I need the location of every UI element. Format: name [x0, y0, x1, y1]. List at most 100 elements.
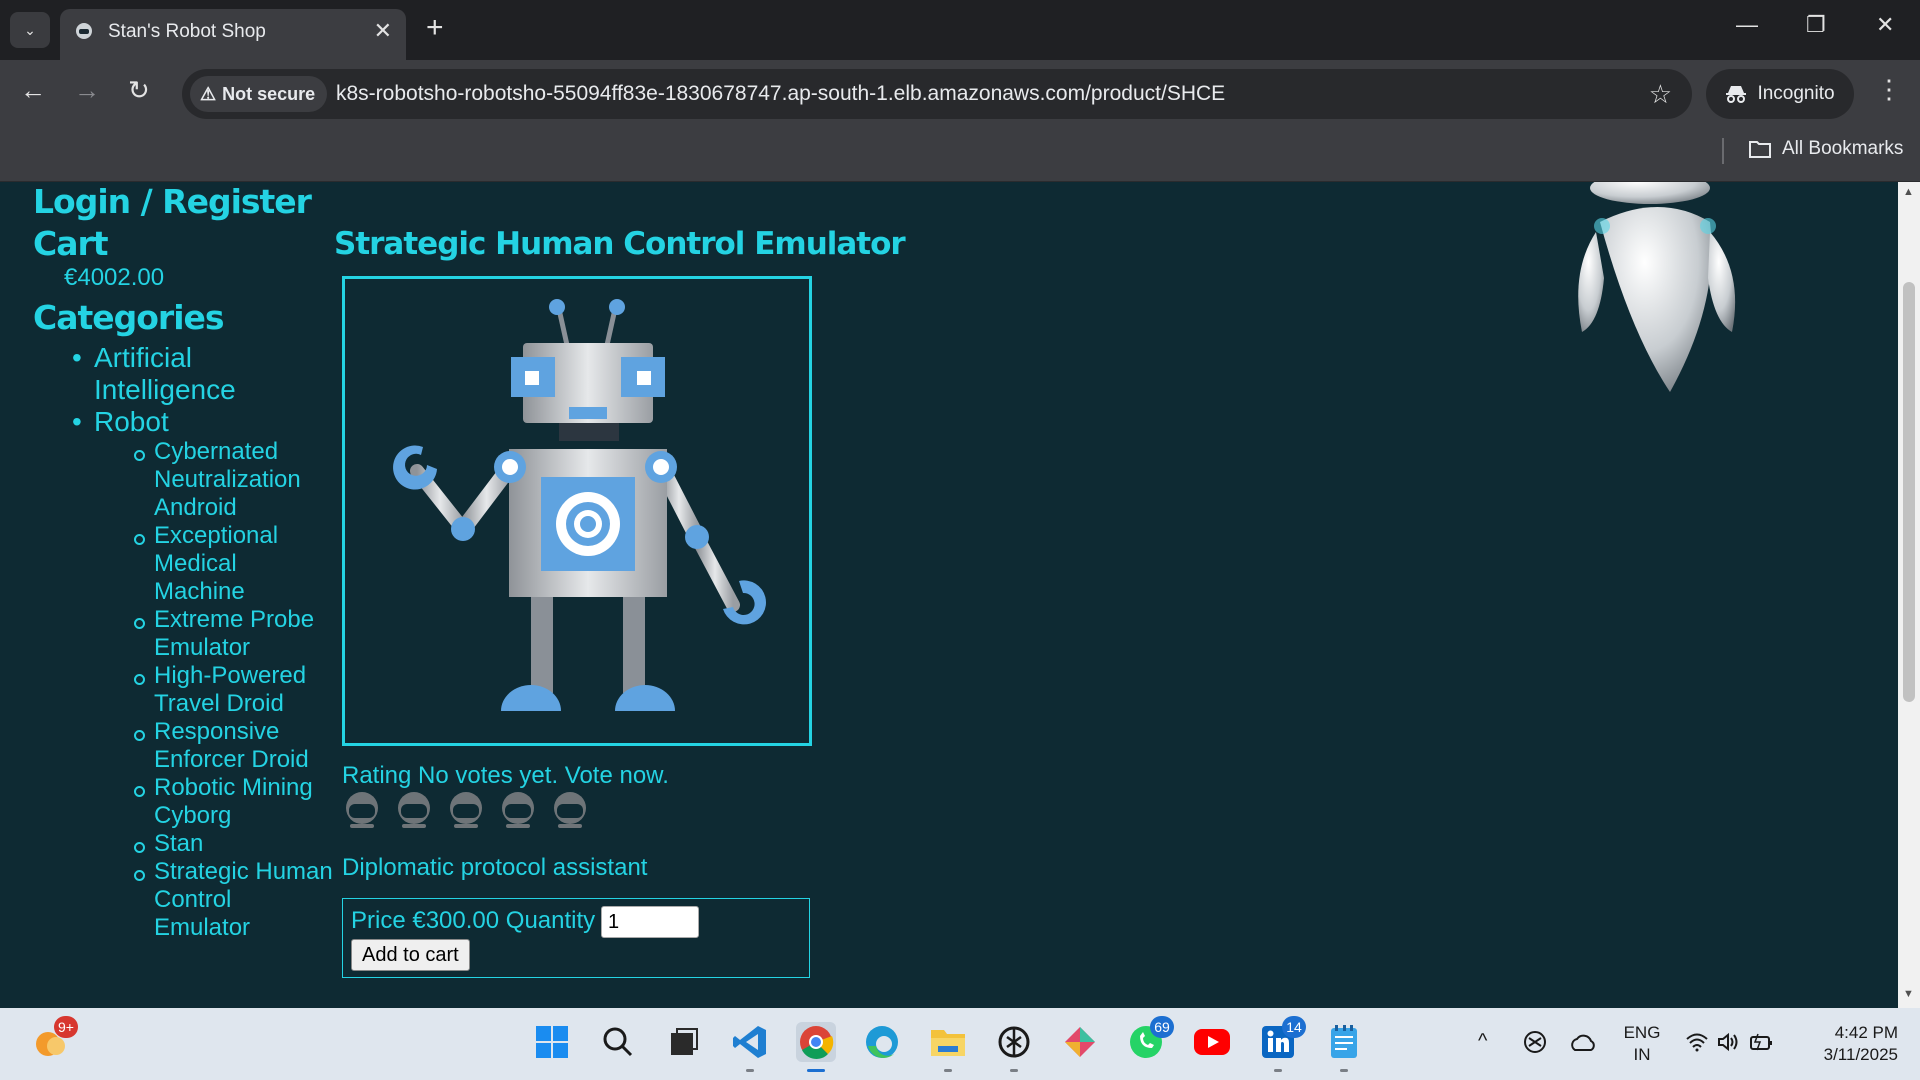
product-link[interactable]: Extreme Probe Emulator: [134, 606, 334, 662]
close-window-icon[interactable]: ✕: [1876, 12, 1894, 38]
scroll-down-icon[interactable]: ▼: [1903, 988, 1914, 1000]
warning-icon: ⚠: [200, 83, 217, 104]
more-menu-icon[interactable]: ⋮: [1876, 74, 1902, 105]
windows-taskbar: 9+ 69 14 ^ ENG IN 4:42 PM 3/11/2025: [0, 1008, 1920, 1080]
not-secure-label: Not secure: [222, 83, 316, 104]
linkedin-icon[interactable]: 14: [1258, 1016, 1306, 1072]
robot-favicon-icon: [76, 23, 92, 39]
vote-robots: [342, 790, 590, 830]
back-icon[interactable]: ←: [20, 76, 46, 104]
quantity-input[interactable]: [601, 906, 699, 938]
category-item[interactable]: Robot Cybernated Neutralization Android …: [72, 406, 334, 942]
chevron-up-icon[interactable]: ^: [1478, 1030, 1487, 1052]
cart-total: €4002.00: [64, 264, 165, 291]
incognito-icon: [1726, 86, 1747, 103]
bookmark-star-icon[interactable]: ☆: [1649, 79, 1672, 110]
bookmarks-divider: [1722, 138, 1724, 164]
running-indicator: [1010, 1069, 1018, 1072]
whatsapp-icon[interactable]: 69: [1126, 1016, 1174, 1062]
rating-text: Rating No votes yet. Vote now.: [342, 762, 669, 789]
running-indicator: [746, 1069, 754, 1072]
vote-robot-icon[interactable]: [394, 790, 434, 830]
region-code: IN: [1633, 1045, 1651, 1064]
login-register-link[interactable]: Login / Register: [33, 182, 312, 221]
category-label[interactable]: Artificial Intelligence: [94, 342, 236, 405]
security-chip[interactable]: ⚠ Not secure: [190, 76, 328, 112]
vote-robot-icon[interactable]: [342, 790, 382, 830]
all-bookmarks-button[interactable]: All Bookmarks: [1748, 138, 1903, 160]
robot-product-list: Cybernated Neutralization Android Except…: [134, 438, 334, 942]
youtube-icon[interactable]: [1192, 1022, 1232, 1062]
browser-tab-bar: ⌄ Stan's Robot Shop ✕ + — ❐ ✕: [0, 0, 1920, 60]
weather-widget-icon[interactable]: 9+: [30, 1016, 78, 1062]
product-image-frame: [342, 276, 812, 746]
task-view-icon[interactable]: [664, 1022, 704, 1062]
tab-stans-robot-shop[interactable]: Stan's Robot Shop ✕: [60, 9, 406, 60]
vote-robot-icon[interactable]: [498, 790, 538, 830]
running-indicator: [944, 1069, 952, 1072]
category-item[interactable]: Artificial Intelligence: [72, 342, 294, 406]
windows-start-icon[interactable]: [532, 1022, 572, 1062]
battery-icon: [1750, 1033, 1772, 1051]
language-code: ENG: [1623, 1023, 1661, 1042]
search-icon[interactable]: [598, 1022, 638, 1062]
language-indicator[interactable]: ENG IN: [1620, 1022, 1664, 1066]
url-text[interactable]: k8s-robotsho-robotsho-55094ff83e-1830678…: [336, 82, 1225, 106]
product-link[interactable]: Cybernated Neutralization Android: [134, 438, 334, 522]
purchase-box: Price €300.00 Quantity Add to cart: [342, 898, 810, 978]
product-link[interactable]: Robotic Mining Cyborg: [134, 774, 334, 830]
chrome-icon[interactable]: [796, 1022, 836, 1072]
whatsapp-badge: 69: [1150, 1016, 1174, 1038]
scrollbar-thumb[interactable]: [1903, 282, 1915, 702]
forward-icon[interactable]: →: [74, 76, 100, 104]
robot-product-image: [393, 299, 766, 711]
vote-robot-icon[interactable]: [446, 790, 486, 830]
clock-time: 4:42 PM: [1834, 1023, 1898, 1042]
chatgpt-tray-icon[interactable]: [1518, 1022, 1552, 1062]
stan-mascot-image: [1578, 182, 1736, 392]
all-bookmarks-label: All Bookmarks: [1782, 138, 1904, 159]
tab-search-button[interactable]: ⌄: [10, 12, 50, 48]
vote-robot-icon[interactable]: [550, 790, 590, 830]
edge-icon[interactable]: [862, 1022, 902, 1062]
price-quantity-label: Price €300.00 Quantity: [351, 907, 596, 934]
minimize-icon[interactable]: —: [1736, 12, 1758, 38]
incognito-button[interactable]: Incognito: [1706, 69, 1854, 119]
notification-badge: 9+: [54, 1016, 78, 1038]
linkedin-badge: 14: [1282, 1016, 1306, 1038]
restore-icon[interactable]: ❐: [1806, 12, 1826, 38]
system-tray-status[interactable]: [1680, 1022, 1780, 1062]
category-label[interactable]: Robot: [94, 406, 169, 437]
onedrive-icon[interactable]: [1566, 1022, 1600, 1062]
product-description: Diplomatic protocol assistant: [342, 854, 648, 881]
active-indicator: [807, 1069, 825, 1072]
vscode-icon[interactable]: [730, 1022, 770, 1072]
product-link[interactable]: High-Powered Travel Droid: [134, 662, 334, 718]
scroll-up-icon[interactable]: ▲: [1903, 186, 1914, 198]
bookmarks-bar: All Bookmarks: [0, 122, 1920, 182]
product-link[interactable]: Exceptional Medical Machine: [134, 522, 334, 606]
volume-icon: [1718, 1032, 1738, 1052]
clock-date: 3/11/2025: [1823, 1045, 1898, 1064]
product-link[interactable]: Responsive Enforcer Droid: [134, 718, 334, 774]
browser-toolbar: ← → ↻ ⚠ Not secure k8s-robotsho-robotsho…: [0, 60, 1920, 122]
running-indicator: [1340, 1069, 1348, 1072]
cart-link[interactable]: Cart: [33, 224, 109, 263]
file-explorer-icon[interactable]: [928, 1022, 968, 1072]
page-scrollbar[interactable]: ▲ ▼: [1898, 182, 1920, 1008]
add-to-cart-button[interactable]: Add to cart: [351, 939, 470, 971]
incognito-label: Incognito: [1757, 83, 1835, 104]
running-indicator: [1274, 1069, 1282, 1072]
reload-icon[interactable]: ↻: [128, 76, 150, 104]
new-tab-icon[interactable]: +: [426, 12, 444, 44]
tab-title: Stan's Robot Shop: [108, 21, 266, 42]
app-diamond-icon[interactable]: [1060, 1022, 1100, 1062]
notepad-icon[interactable]: [1324, 1022, 1364, 1072]
clock[interactable]: 4:42 PM 3/11/2025: [1798, 1022, 1898, 1066]
product-link[interactable]: Stan: [134, 830, 334, 858]
close-tab-icon[interactable]: ✕: [374, 18, 392, 44]
chatgpt-icon[interactable]: [994, 1022, 1034, 1072]
folder-icon: [1749, 141, 1771, 158]
product-link[interactable]: Strategic Human Control Emulator: [134, 858, 334, 942]
address-bar[interactable]: ⚠ Not secure k8s-robotsho-robotsho-55094…: [182, 69, 1692, 119]
